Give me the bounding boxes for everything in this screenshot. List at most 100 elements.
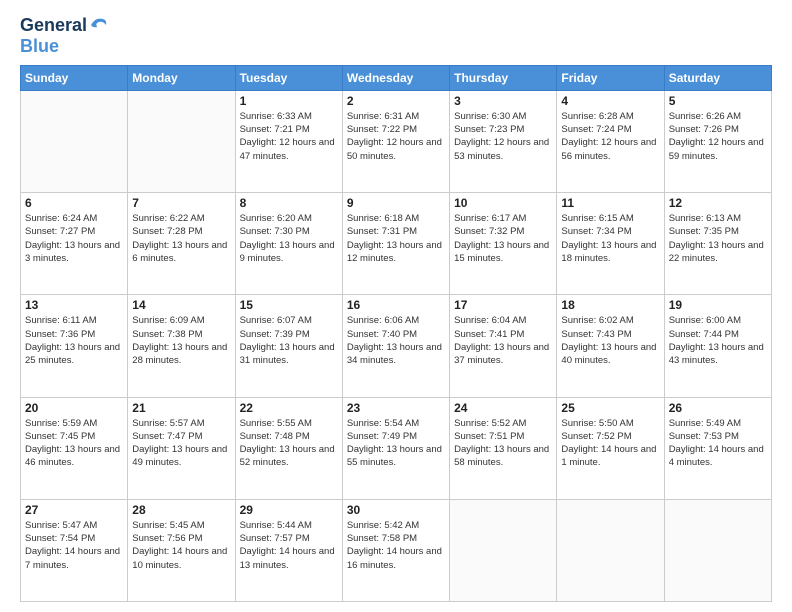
- day-number: 22: [240, 401, 338, 415]
- day-number: 28: [132, 503, 230, 517]
- day-cell-16: 16 Sunrise: 6:06 AMSunset: 7:40 PMDayligh…: [342, 295, 449, 397]
- day-cell-30: 30 Sunrise: 5:42 AMSunset: 7:58 PMDayligh…: [342, 499, 449, 601]
- sun-info: Sunrise: 5:45 AMSunset: 7:56 PMDaylight:…: [132, 519, 230, 572]
- sun-info: Sunrise: 6:07 AMSunset: 7:39 PMDaylight:…: [240, 314, 338, 367]
- day-number: 24: [454, 401, 552, 415]
- col-header-monday: Monday: [128, 65, 235, 90]
- day-number: 29: [240, 503, 338, 517]
- day-number: 23: [347, 401, 445, 415]
- day-number: 8: [240, 196, 338, 210]
- day-cell-26: 26 Sunrise: 5:49 AMSunset: 7:53 PMDayligh…: [664, 397, 771, 499]
- col-header-wednesday: Wednesday: [342, 65, 449, 90]
- logo: General Blue: [20, 15, 109, 57]
- day-number: 3: [454, 94, 552, 108]
- header: General Blue: [20, 15, 772, 57]
- sun-info: Sunrise: 5:42 AMSunset: 7:58 PMDaylight:…: [347, 519, 445, 572]
- sun-info: Sunrise: 5:50 AMSunset: 7:52 PMDaylight:…: [561, 417, 659, 470]
- day-cell-11: 11Sunrise: 6:15 AMSunset: 7:34 PMDayligh…: [557, 193, 664, 295]
- sun-info: Sunrise: 6:20 AMSunset: 7:30 PMDaylight:…: [240, 212, 338, 265]
- sun-info: Sunrise: 5:49 AMSunset: 7:53 PMDaylight:…: [669, 417, 767, 470]
- page: General Blue SundayMondayTuesdayWednesda…: [0, 0, 792, 612]
- day-cell-15: 15Sunrise: 6:07 AMSunset: 7:39 PMDayligh…: [235, 295, 342, 397]
- logo-icon: [89, 15, 109, 35]
- day-number: 4: [561, 94, 659, 108]
- day-cell-29: 29 Sunrise: 5:44 AMSunset: 7:57 PMDayligh…: [235, 499, 342, 601]
- logo-text: General: [20, 16, 87, 36]
- day-number: 18: [561, 298, 659, 312]
- sun-info: Sunrise: 5:47 AMSunset: 7:54 PMDaylight:…: [25, 519, 123, 572]
- day-cell-13: 13 Sunrise: 6:11 AMSunset: 7:36 PMDayligh…: [21, 295, 128, 397]
- sun-info: Sunrise: 6:30 AMSunset: 7:23 PMDaylight:…: [454, 110, 552, 163]
- calendar: SundayMondayTuesdayWednesdayThursdayFrid…: [20, 65, 772, 602]
- sun-info: Sunrise: 6:26 AMSunset: 7:26 PMDaylight:…: [669, 110, 767, 163]
- day-cell-10: 10 Sunrise: 6:17 AMSunset: 7:32 PMDayligh…: [450, 193, 557, 295]
- day-cell-4: 4 Sunrise: 6:28 AMSunset: 7:24 PMDaylight…: [557, 90, 664, 192]
- day-number: 20: [25, 401, 123, 415]
- day-cell-5: 5Sunrise: 6:26 AMSunset: 7:26 PMDaylight…: [664, 90, 771, 192]
- calendar-row-0: 1 Sunrise: 6:33 AMSunset: 7:21 PMDaylight…: [21, 90, 772, 192]
- sun-info: Sunrise: 6:06 AMSunset: 7:40 PMDaylight:…: [347, 314, 445, 367]
- sun-info: Sunrise: 5:44 AMSunset: 7:57 PMDaylight:…: [240, 519, 338, 572]
- day-number: 30: [347, 503, 445, 517]
- sun-info: Sunrise: 6:33 AMSunset: 7:21 PMDaylight:…: [240, 110, 338, 163]
- sun-info: Sunrise: 6:28 AMSunset: 7:24 PMDaylight:…: [561, 110, 659, 163]
- day-cell-21: 21 Sunrise: 5:57 AMSunset: 7:47 PMDayligh…: [128, 397, 235, 499]
- day-number: 17: [454, 298, 552, 312]
- col-header-saturday: Saturday: [664, 65, 771, 90]
- calendar-row-1: 6 Sunrise: 6:24 AMSunset: 7:27 PMDaylight…: [21, 193, 772, 295]
- calendar-row-2: 13 Sunrise: 6:11 AMSunset: 7:36 PMDayligh…: [21, 295, 772, 397]
- col-header-tuesday: Tuesday: [235, 65, 342, 90]
- sun-info: Sunrise: 5:57 AMSunset: 7:47 PMDaylight:…: [132, 417, 230, 470]
- col-header-thursday: Thursday: [450, 65, 557, 90]
- calendar-row-4: 27 Sunrise: 5:47 AMSunset: 7:54 PMDayligh…: [21, 499, 772, 601]
- calendar-row-3: 20 Sunrise: 5:59 AMSunset: 7:45 PMDayligh…: [21, 397, 772, 499]
- day-number: 19: [669, 298, 767, 312]
- sun-info: Sunrise: 6:02 AMSunset: 7:43 PMDaylight:…: [561, 314, 659, 367]
- day-number: 10: [454, 196, 552, 210]
- sun-info: Sunrise: 5:54 AMSunset: 7:49 PMDaylight:…: [347, 417, 445, 470]
- sun-info: Sunrise: 5:55 AMSunset: 7:48 PMDaylight:…: [240, 417, 338, 470]
- day-cell-8: 8 Sunrise: 6:20 AMSunset: 7:30 PMDaylight…: [235, 193, 342, 295]
- day-cell-7: 7Sunrise: 6:22 AMSunset: 7:28 PMDaylight…: [128, 193, 235, 295]
- logo-blue: Blue: [20, 37, 109, 57]
- day-cell-6: 6 Sunrise: 6:24 AMSunset: 7:27 PMDaylight…: [21, 193, 128, 295]
- day-number: 27: [25, 503, 123, 517]
- sun-info: Sunrise: 6:31 AMSunset: 7:22 PMDaylight:…: [347, 110, 445, 163]
- day-cell-22: 22 Sunrise: 5:55 AMSunset: 7:48 PMDayligh…: [235, 397, 342, 499]
- sun-info: Sunrise: 6:09 AMSunset: 7:38 PMDaylight:…: [132, 314, 230, 367]
- day-cell-25: 25 Sunrise: 5:50 AMSunset: 7:52 PMDayligh…: [557, 397, 664, 499]
- day-number: 16: [347, 298, 445, 312]
- sun-info: Sunrise: 6:11 AMSunset: 7:36 PMDaylight:…: [25, 314, 123, 367]
- sun-info: Sunrise: 6:15 AMSunset: 7:34 PMDaylight:…: [561, 212, 659, 265]
- day-cell-28: 28 Sunrise: 5:45 AMSunset: 7:56 PMDayligh…: [128, 499, 235, 601]
- day-number: 21: [132, 401, 230, 415]
- sun-info: Sunrise: 6:17 AMSunset: 7:32 PMDaylight:…: [454, 212, 552, 265]
- sun-info: Sunrise: 6:13 AMSunset: 7:35 PMDaylight:…: [669, 212, 767, 265]
- day-number: 7: [132, 196, 230, 210]
- day-number: 1: [240, 94, 338, 108]
- day-cell-12: 12 Sunrise: 6:13 AMSunset: 7:35 PMDayligh…: [664, 193, 771, 295]
- empty-cell: [21, 90, 128, 192]
- day-cell-14: 14Sunrise: 6:09 AMSunset: 7:38 PMDayligh…: [128, 295, 235, 397]
- day-cell-9: 9Sunrise: 6:18 AMSunset: 7:31 PMDaylight…: [342, 193, 449, 295]
- header-row: SundayMondayTuesdayWednesdayThursdayFrid…: [21, 65, 772, 90]
- day-number: 2: [347, 94, 445, 108]
- col-header-sunday: Sunday: [21, 65, 128, 90]
- day-cell-19: 19 Sunrise: 6:00 AMSunset: 7:44 PMDayligh…: [664, 295, 771, 397]
- day-cell-2: 2 Sunrise: 6:31 AMSunset: 7:22 PMDaylight…: [342, 90, 449, 192]
- sun-info: Sunrise: 6:24 AMSunset: 7:27 PMDaylight:…: [25, 212, 123, 265]
- day-cell-18: 18 Sunrise: 6:02 AMSunset: 7:43 PMDayligh…: [557, 295, 664, 397]
- day-number: 6: [25, 196, 123, 210]
- day-number: 9: [347, 196, 445, 210]
- day-number: 13: [25, 298, 123, 312]
- day-cell-3: 3 Sunrise: 6:30 AMSunset: 7:23 PMDaylight…: [450, 90, 557, 192]
- day-cell-17: 17 Sunrise: 6:04 AMSunset: 7:41 PMDayligh…: [450, 295, 557, 397]
- sun-info: Sunrise: 6:04 AMSunset: 7:41 PMDaylight:…: [454, 314, 552, 367]
- day-number: 25: [561, 401, 659, 415]
- empty-cell: [450, 499, 557, 601]
- day-cell-20: 20 Sunrise: 5:59 AMSunset: 7:45 PMDayligh…: [21, 397, 128, 499]
- sun-info: Sunrise: 6:00 AMSunset: 7:44 PMDaylight:…: [669, 314, 767, 367]
- sun-info: Sunrise: 5:59 AMSunset: 7:45 PMDaylight:…: [25, 417, 123, 470]
- day-number: 26: [669, 401, 767, 415]
- day-number: 12: [669, 196, 767, 210]
